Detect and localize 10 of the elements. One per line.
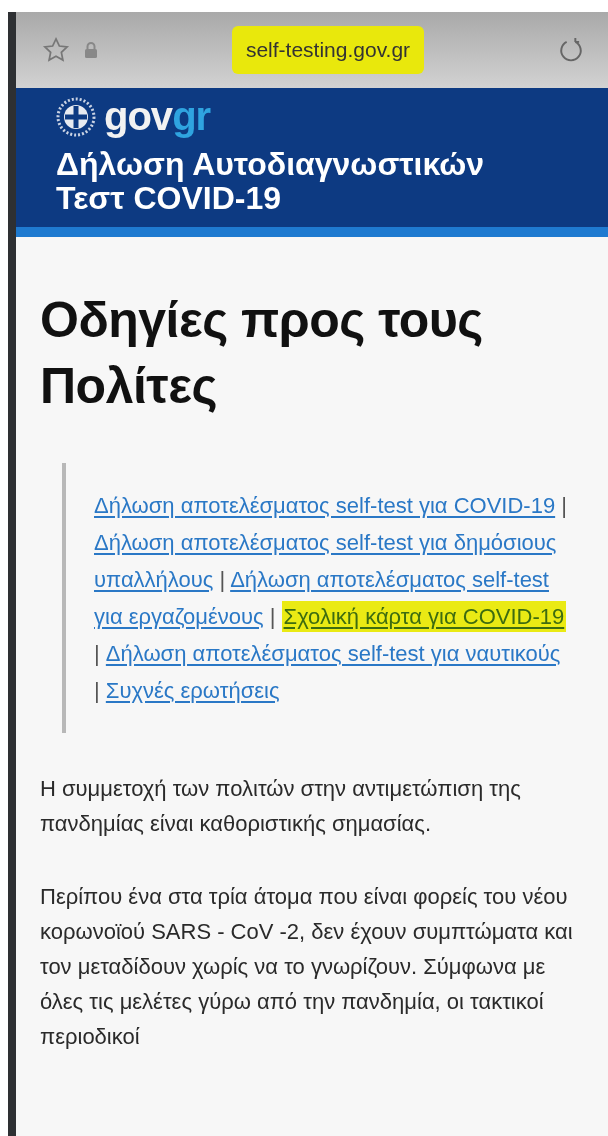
star-icon[interactable] [42,36,70,64]
quick-links-text[interactable]: Δήλωση αποτελέσματος self-test για COVID-19 | Δήλωση αποτελέσματος self-test για δημόσιους υπαλλήλους | Δήλωση αποτελέσματος self-test για εργαζομένους | Σχολική κάρτα για COVID-19 | Δήλωση αποτελέσματος self-test για ναυτικούς | Συχνές ερωτήσεις [62,463,598,733]
body-paragraph: Περίπου ένα στα τρία άτομα που είναι φορείς του νέου κορωνοϊού SARS - CoV -2, δεν έχουν συμπτώματα και τον μεταδίδουν χωρίς να το γνωρίζουν. Σύμφωνα με όλες τις μελέτες γύρω από την πανδημία, οι τακτικοί περιοδικοί [40,883,574,1051]
logo-text[interactable]: govgr [104,94,211,139]
reload-icon[interactable] [558,37,584,63]
url-text[interactable]: self-testing.gov.gr [231,26,425,74]
page-heading: Οδηγίες προς τους Πολίτες [40,291,484,416]
body-paragraph: Η συμμετοχή των πολιτών στην αντιμετώπιση της πανδημίας είναι καθοριστικής σημασίας. [40,775,522,838]
site-title: Δήλωση Αυτοδιαγνωστικών Τεστ COVID-19 [56,147,486,215]
emblem-icon [56,96,96,137]
